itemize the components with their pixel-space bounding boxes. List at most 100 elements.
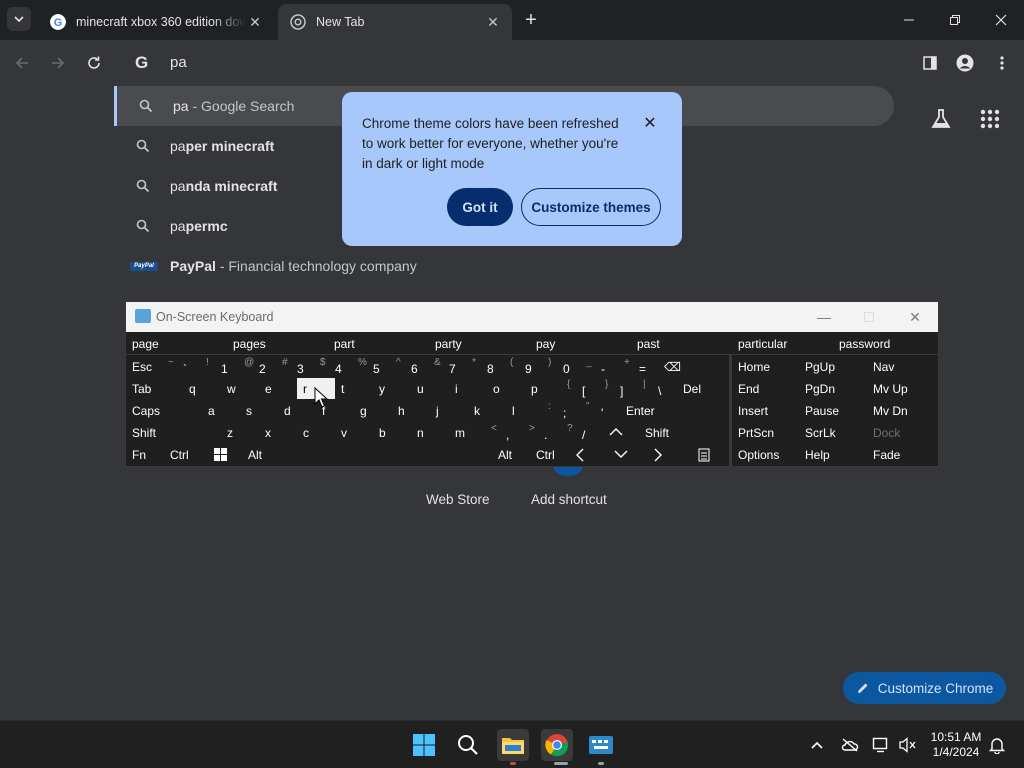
key-y[interactable]: y (373, 378, 411, 399)
key-esc[interactable]: Esc (126, 356, 164, 377)
key-c[interactable]: c (297, 422, 335, 443)
close-tab-icon[interactable]: ✕ (484, 13, 502, 31)
key-row1[interactable]: _ - (582, 356, 620, 377)
key-alt[interactable]: Alt (242, 444, 280, 465)
key-w[interactable]: w (221, 378, 259, 399)
key-row1[interactable]: ^ 6 (392, 356, 430, 377)
tab-new-tab[interactable]: New Tab ✕ (278, 4, 512, 40)
space-bar[interactable] (280, 444, 492, 465)
prediction-item[interactable]: party (429, 333, 530, 354)
tab-minecraft[interactable]: G minecraft xbox 360 edition dow ✕ (38, 4, 274, 40)
taskbar-clock[interactable]: 10:51 AM 1/4/2024 (929, 730, 983, 760)
key-punct[interactable]: :; (544, 400, 582, 421)
key-l[interactable]: l (506, 400, 544, 421)
key-punct[interactable]: " ' (582, 400, 620, 421)
shortcut-web-store[interactable]: Web Store (426, 492, 490, 507)
key-h[interactable]: h (392, 400, 430, 421)
key-k[interactable]: k (468, 400, 506, 421)
key-p[interactable]: p (525, 378, 563, 399)
key-ctrl[interactable]: Ctrl (164, 444, 208, 465)
key-nav[interactable]: Insert (732, 400, 799, 421)
key-s[interactable]: s (240, 400, 278, 421)
key-nav[interactable]: Mv Dn (867, 400, 938, 421)
key-nav[interactable]: Nav (867, 356, 938, 377)
key-enter[interactable]: Enter (620, 400, 728, 421)
on-screen-keyboard-app-icon[interactable] (585, 729, 617, 761)
key-g[interactable]: g (354, 400, 392, 421)
key-ctrl[interactable]: Ctrl (530, 444, 568, 465)
minimize-icon[interactable]: — (801, 302, 847, 332)
key-u[interactable]: u (411, 378, 449, 399)
customize-chrome-button[interactable]: Customize Chrome (843, 672, 1006, 704)
file-explorer-icon[interactable] (497, 729, 529, 761)
key-caps[interactable]: Caps (126, 400, 202, 421)
key-bracket[interactable]: }] (601, 378, 639, 399)
key-alt[interactable]: Alt (492, 444, 530, 465)
key-row1[interactable]: & 7 (430, 356, 468, 377)
key-bracket[interactable]: | \ (639, 378, 677, 399)
key-row1[interactable]: @2 (240, 356, 278, 377)
labs-flask-icon[interactable] (929, 107, 953, 131)
prediction-item[interactable]: page (126, 333, 227, 354)
key-z[interactable]: z (221, 422, 259, 443)
key-j[interactable]: j (430, 400, 468, 421)
cloud-offline-icon[interactable] (840, 735, 860, 755)
back-arrow-icon[interactable] (10, 51, 34, 75)
key-nav[interactable]: PgDn (799, 378, 867, 399)
tab-search-button[interactable] (7, 7, 31, 31)
key-row1[interactable]: $4 (316, 356, 354, 377)
arrow-left-key[interactable] (568, 444, 606, 465)
chevron-up-icon[interactable] (807, 735, 827, 755)
profile-icon[interactable] (953, 51, 977, 75)
prediction-item[interactable]: pages (227, 333, 328, 354)
apps-grid-icon[interactable] (978, 107, 1002, 131)
notification-bell-icon[interactable] (987, 735, 1007, 755)
arrow-up-key[interactable] (601, 422, 639, 443)
arrow-down-key[interactable] (606, 444, 644, 465)
windows-key[interactable] (208, 444, 242, 465)
key-row1[interactable]: #3 (278, 356, 316, 377)
prediction-item[interactable]: part (328, 333, 429, 354)
prediction-item[interactable]: particular (732, 333, 833, 354)
key-b[interactable]: b (373, 422, 411, 443)
key-row1[interactable]: (9 (506, 356, 544, 377)
key-nav[interactable]: End (732, 378, 799, 399)
key-nav[interactable]: ScrLk (799, 422, 867, 443)
key-nav[interactable]: PgUp (799, 356, 867, 377)
suggestion-item[interactable]: PayPal PayPal - Financial technology com… (114, 246, 894, 286)
key-punct[interactable]: >. (525, 422, 563, 443)
key-punct[interactable]: <, (487, 422, 525, 443)
key-n[interactable]: n (411, 422, 449, 443)
arrow-right-key[interactable] (644, 444, 682, 465)
key-row1[interactable]: ~ ` (164, 356, 202, 377)
key-q[interactable]: q (183, 378, 221, 399)
windows-start-icon[interactable] (408, 729, 440, 761)
backspace-key[interactable]: ⌫ (658, 356, 728, 377)
key-row1[interactable]: ) 0 (544, 356, 582, 377)
new-tab-plus-icon[interactable]: + (519, 8, 543, 32)
search-icon[interactable] (452, 729, 484, 761)
key-o[interactable]: o (487, 378, 525, 399)
customize-themes-button[interactable]: Customize themes (521, 188, 661, 226)
chrome-icon[interactable] (541, 729, 573, 761)
reload-icon[interactable] (82, 51, 106, 75)
close-icon[interactable]: ✕ (641, 114, 659, 132)
key-shift-right[interactable]: Shift (639, 422, 728, 443)
key-d[interactable]: d (278, 400, 316, 421)
key-nav[interactable]: Dock (867, 422, 938, 443)
key-e[interactable]: e (259, 378, 297, 399)
prediction-item[interactable]: pay (530, 333, 631, 354)
key-v[interactable]: v (335, 422, 373, 443)
osk-title-bar[interactable]: On-Screen Keyboard — ✕ (126, 302, 938, 332)
key-nav[interactable]: Mv Up (867, 378, 938, 399)
key-row1[interactable]: % 5 (354, 356, 392, 377)
prediction-item[interactable]: past (631, 333, 732, 354)
restore-icon[interactable] (932, 0, 978, 40)
key-a[interactable]: a (202, 400, 240, 421)
omnibox-input[interactable]: pa (170, 54, 187, 71)
key-nav[interactable]: Help (799, 444, 867, 465)
key-row1[interactable]: * 8 (468, 356, 506, 377)
volume-muted-icon[interactable] (898, 735, 918, 755)
key-row1[interactable]: + = (620, 356, 658, 377)
key-bracket[interactable]: {[ (563, 378, 601, 399)
